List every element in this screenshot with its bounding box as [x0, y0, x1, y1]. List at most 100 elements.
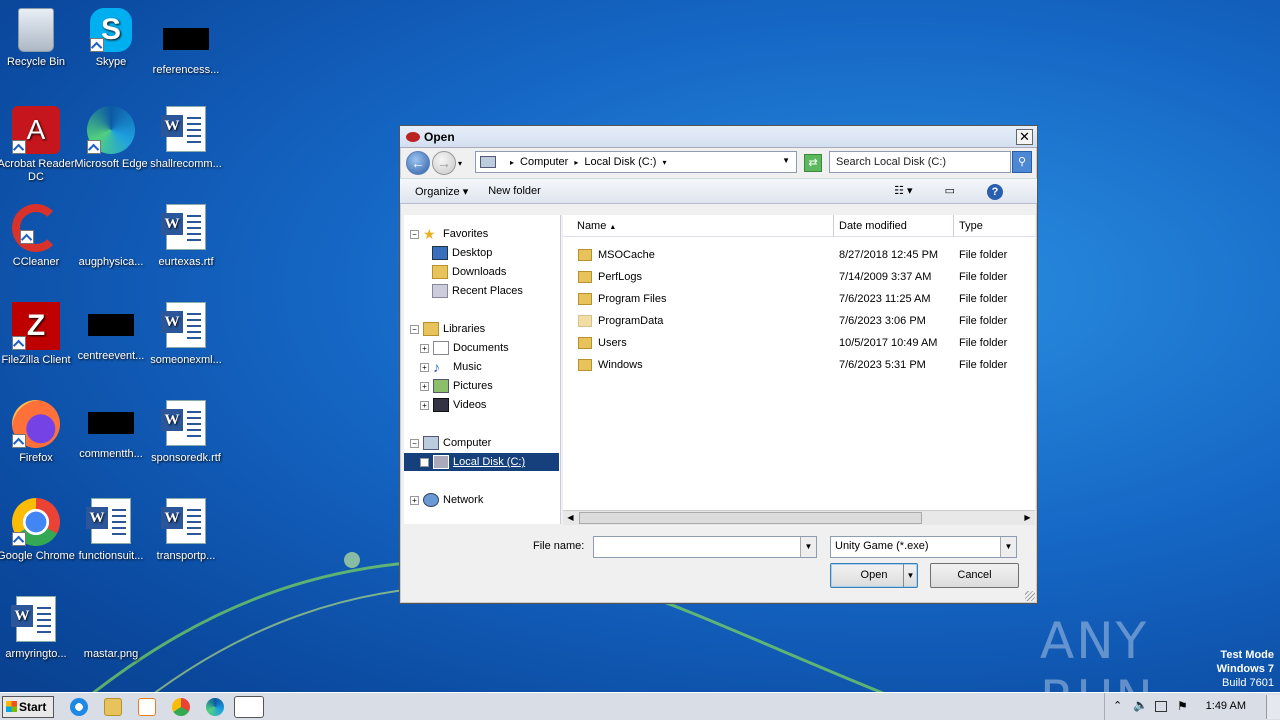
collapse-icon[interactable]: − [410, 324, 419, 334]
breadcrumb-chevron-icon[interactable]: ▾ [662, 158, 666, 167]
expand-icon[interactable]: + [420, 381, 429, 391]
edge-icon[interactable] [206, 698, 224, 716]
expand-icon[interactable]: + [410, 495, 419, 505]
desktop-icon-chrome[interactable]: Google Chrome [0, 498, 76, 563]
file-row-users[interactable]: Users 10/5/2017 10:49 AM File folder [578, 333, 1028, 353]
clock[interactable]: 1:49 AM [1206, 700, 1246, 712]
desktop-icon-edge[interactable]: Microsoft Edge [71, 106, 151, 171]
redacted-thumbnail-icon [88, 412, 134, 434]
desktop-icon-mastar[interactable]: mastar.png [71, 596, 151, 661]
internet-explorer-icon[interactable] [70, 698, 88, 716]
collapse-icon[interactable]: − [410, 438, 419, 448]
desktop-icon-someonexml[interactable]: W someonexml... [146, 302, 226, 367]
collapse-icon[interactable]: − [410, 229, 419, 239]
breadcrumb-chevron-icon[interactable]: ▸ [510, 158, 514, 167]
refresh-button[interactable]: ⇄ [804, 154, 822, 172]
nav-favorites[interactable]: − ★ Favorites [410, 225, 488, 243]
nav-recent-places[interactable]: Recent Places [432, 282, 523, 300]
column-header-name[interactable]: Name ▲ [563, 215, 834, 237]
desktop-icon-recycle-bin[interactable]: Recycle Bin [0, 8, 76, 69]
nav-libraries[interactable]: − Libraries [410, 320, 485, 338]
desktop-icon-label: Skype [95, 56, 127, 68]
desktop-icon-skype[interactable]: S Skype [71, 8, 151, 69]
preview-pane-icon[interactable]: ▭ [945, 184, 955, 200]
breadcrumb-computer[interactable]: Computer [520, 156, 568, 168]
file-row-perflogs[interactable]: PerfLogs 7/14/2009 3:37 AM File folder [578, 267, 1028, 287]
help-button[interactable]: ? [987, 184, 1003, 200]
file-explorer-icon[interactable] [104, 698, 122, 716]
desktop-icon-transportp[interactable]: W transportp... [146, 498, 226, 563]
recent-pages-chevron-icon[interactable]: ▾ [458, 159, 462, 168]
desktop-icon-functionsuit[interactable]: W functionsuit... [71, 498, 151, 563]
desktop-icon-armyringto[interactable]: W armyringto... [0, 596, 76, 661]
start-button[interactable]: Start [2, 696, 54, 718]
breadcrumb-chevron-icon[interactable]: ▸ [574, 158, 578, 167]
scroll-right-icon[interactable]: ▶ [1020, 511, 1035, 525]
expand-icon[interactable]: + [420, 457, 429, 467]
breadcrumb-local-disk[interactable]: Local Disk (C:) [584, 156, 656, 168]
desktop-icon-ccleaner[interactable]: CCleaner [0, 204, 76, 269]
nav-desktop[interactable]: Desktop [432, 244, 492, 262]
nav-videos[interactable]: + Videos [420, 396, 486, 414]
desktop-icon-augphysica[interactable]: augphysica... [71, 204, 151, 269]
new-folder-button[interactable]: New folder [488, 185, 541, 197]
desktop-icon-centreevent[interactable]: centreevent... [71, 302, 151, 363]
desktop-icon-referencess[interactable]: referencess... [146, 8, 226, 77]
scroll-left-icon[interactable]: ◀ [563, 511, 578, 525]
expand-icon[interactable]: + [420, 362, 429, 372]
nav-documents[interactable]: + Documents [420, 339, 509, 357]
nav-music[interactable]: + ♪ Music [420, 358, 482, 376]
search-input[interactable]: Search Local Disk (C:) [829, 151, 1011, 173]
search-icon[interactable]: ⚲ [1012, 151, 1032, 173]
file-type-select[interactable]: Unity Game (*.exe) ▼ [830, 536, 1017, 558]
cancel-button[interactable]: Cancel [930, 563, 1019, 588]
nav-local-disk[interactable]: + Local Disk (C:) [404, 453, 559, 471]
view-options-icon[interactable]: ☷ ▾ [894, 184, 912, 200]
media-player-icon[interactable] [138, 698, 156, 716]
close-button[interactable]: ✕ [1016, 129, 1033, 145]
desktop-icon-firefox[interactable]: Firefox [0, 400, 76, 465]
file-row-windows[interactable]: Windows 7/6/2023 5:31 PM File folder [578, 355, 1028, 375]
file-row-msocache[interactable]: MSOCache 8/27/2018 12:45 PM File folder [578, 245, 1028, 265]
address-dropdown-icon[interactable]: ▼ [782, 156, 790, 165]
column-header-date[interactable]: Date modified [834, 215, 954, 237]
dialog-titlebar[interactable]: Open ✕ [400, 126, 1037, 148]
nav-pictures[interactable]: + Pictures [420, 377, 493, 395]
chevron-down-icon[interactable]: ▼ [800, 537, 816, 557]
show-desktop-button[interactable] [1266, 695, 1280, 719]
chevron-down-icon[interactable]: ▼ [1000, 537, 1016, 557]
forward-button[interactable]: → [432, 151, 456, 175]
back-button[interactable]: ← [406, 151, 430, 175]
desktop-icon-acrobat[interactable]: A Acrobat Reader DC [0, 106, 76, 184]
open-button[interactable]: Open ▼ [830, 563, 918, 588]
computer-icon [480, 156, 496, 168]
desktop-icon-commentth[interactable]: commentth... [71, 400, 151, 461]
nav-computer[interactable]: − Computer [410, 434, 491, 452]
horizontal-scrollbar[interactable]: ◀ ▶ [563, 510, 1035, 525]
volume-icon[interactable]: 🔈 [1133, 698, 1148, 712]
active-app-taskbar-button[interactable] [234, 696, 264, 718]
chrome-icon[interactable] [172, 698, 190, 716]
open-dropdown-icon[interactable]: ▼ [903, 564, 917, 587]
action-center-flag-icon[interactable]: ⚑ [1177, 699, 1188, 713]
nav-downloads[interactable]: Downloads [432, 263, 506, 281]
show-hidden-icons-icon[interactable]: ⌃ [1113, 699, 1122, 712]
file-row-programdata[interactable]: ProgramData 7/6/2023 3:06 PM File folder [578, 311, 1028, 331]
column-header-type[interactable]: Type [954, 215, 1035, 237]
redacted-thumbnail-icon [163, 28, 209, 50]
organize-button[interactable]: Organize ▾ [415, 185, 468, 198]
resize-grip-icon[interactable] [1025, 591, 1035, 601]
desktop-icon-eurtexas[interactable]: W eurtexas.rtf [146, 204, 226, 269]
desktop-icon-sponsoredk[interactable]: W sponsoredk.rtf [146, 400, 226, 465]
file-name-field[interactable]: ▼ [593, 536, 817, 558]
desktop-icon-label: FileZilla Client [1, 354, 71, 366]
network-status-icon[interactable] [1155, 701, 1167, 712]
file-row-program-files[interactable]: Program Files 7/6/2023 11:25 AM File folde… [578, 289, 1028, 309]
expand-icon[interactable]: + [420, 400, 429, 410]
scrollbar-thumb[interactable] [579, 512, 922, 524]
desktop-icon-filezilla[interactable]: Z FileZilla Client [0, 302, 76, 367]
expand-icon[interactable]: + [420, 343, 429, 353]
nav-network[interactable]: + Network [410, 491, 483, 509]
address-bar[interactable]: ▸ Computer ▸ Local Disk (C:) ▾ ▼ [475, 151, 797, 173]
desktop-icon-shallrecomm[interactable]: W shallrecomm... [146, 106, 226, 171]
